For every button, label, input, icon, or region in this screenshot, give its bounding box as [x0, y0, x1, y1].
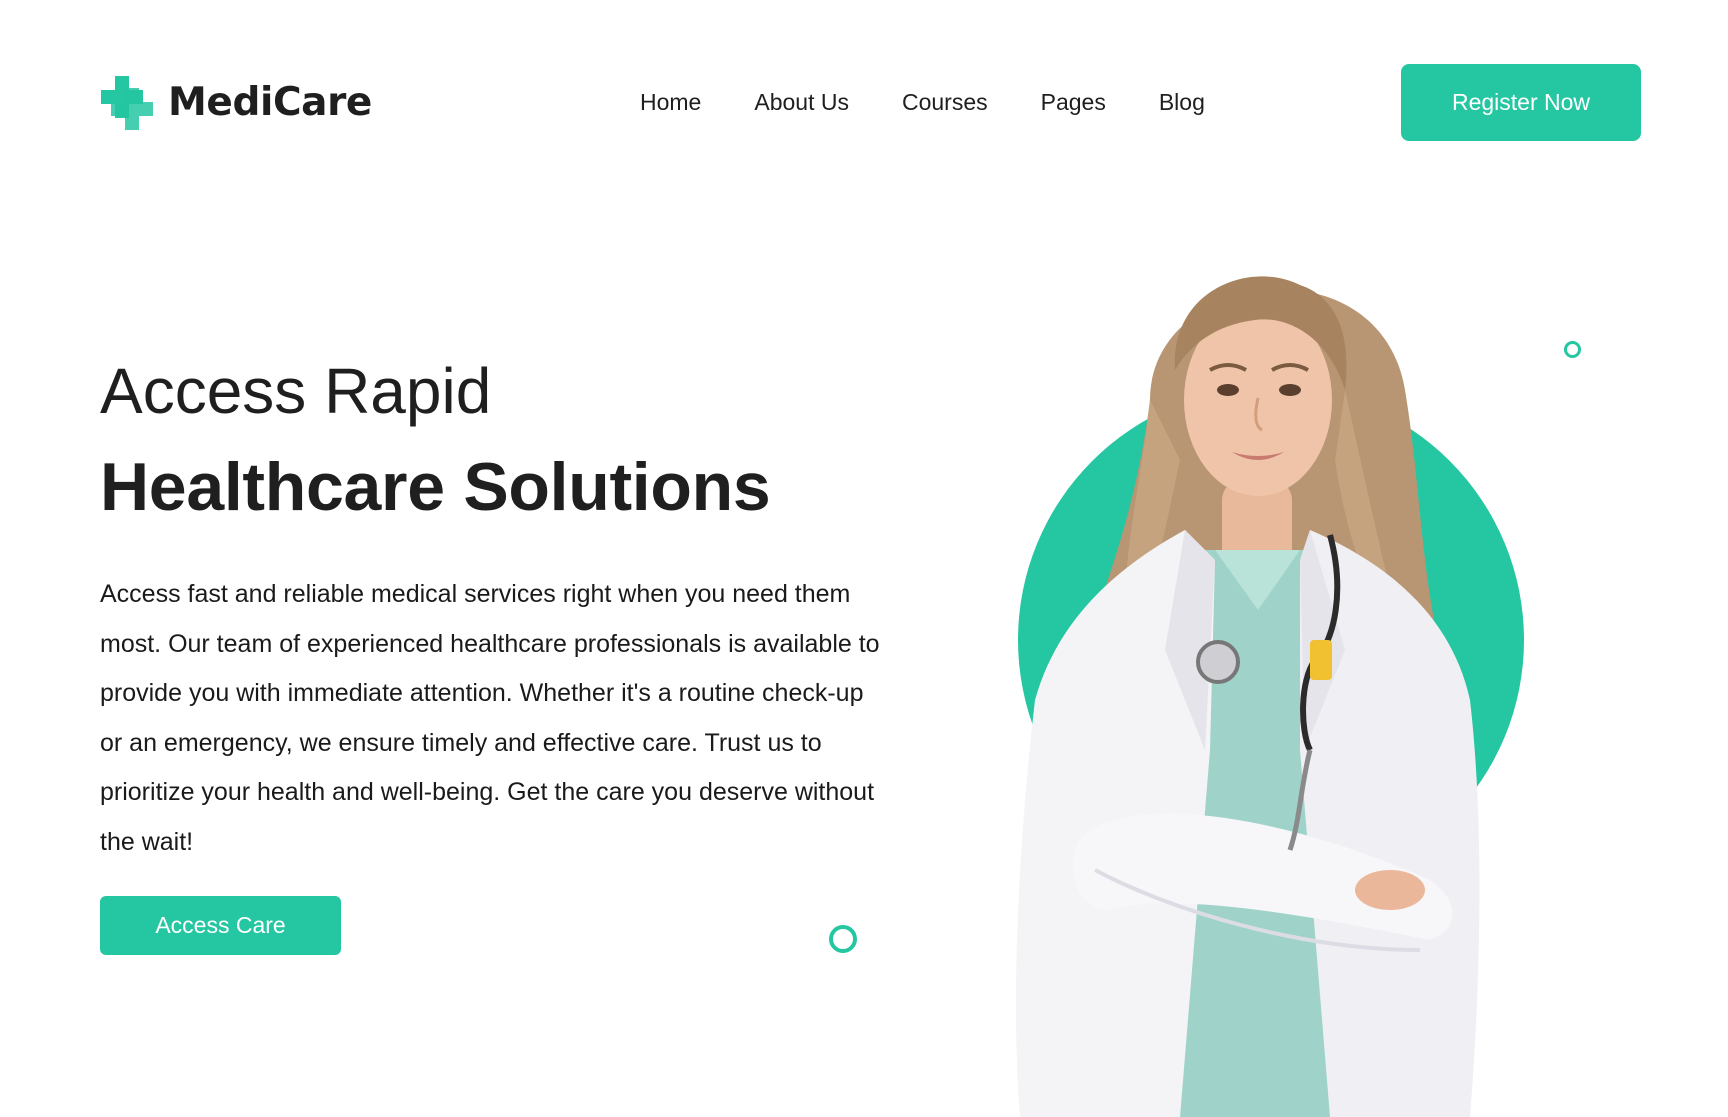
landing-page: MediCare Home About Us Courses Pages Blo… [0, 0, 1728, 1117]
hero-description: Access fast and reliable medical service… [100, 580, 880, 856]
brand-logo[interactable]: MediCare [100, 75, 372, 130]
hero-title-line2: Healthcare Solutions [100, 449, 771, 525]
access-care-button[interactable]: Access Care [100, 896, 341, 955]
main-navigation: Home About Us Courses Pages Blog [640, 84, 1205, 120]
nav-item-pages[interactable]: Pages [1041, 84, 1106, 120]
nav-item-blog[interactable]: Blog [1159, 84, 1205, 120]
register-now-button[interactable]: Register Now [1401, 64, 1641, 141]
brand-name: MediCare [168, 80, 372, 125]
decorative-ring-medium [829, 925, 857, 953]
medical-cross-icon [101, 75, 153, 130]
doctor-illustration [1015, 276, 1524, 1117]
nav-item-courses[interactable]: Courses [902, 84, 988, 120]
decorative-ring-small [1564, 341, 1581, 358]
nav-item-about-us[interactable]: About Us [754, 84, 849, 120]
hero-doctor-image [1000, 230, 1560, 1117]
nav-item-home[interactable]: Home [640, 84, 701, 120]
hero-title-line1: Access Rapid [100, 355, 492, 427]
